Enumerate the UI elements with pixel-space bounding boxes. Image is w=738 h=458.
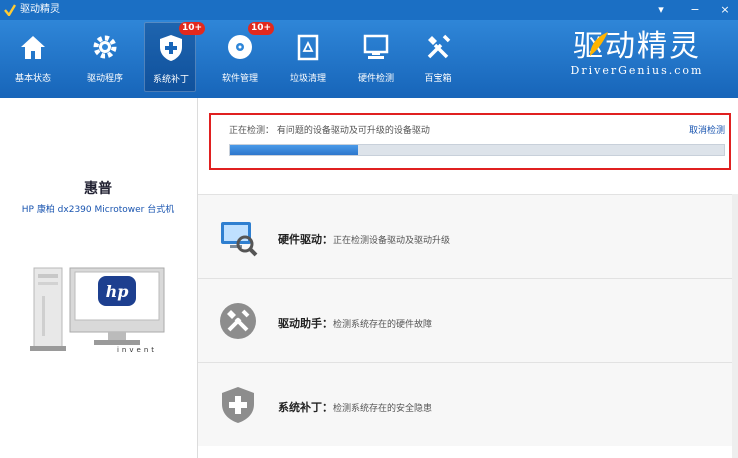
check-item-hardware-driver-text: 硬件驱动：正在检测设备驱动及驱动升级 xyxy=(278,231,450,247)
check-desc-hardware-driver: 正在检测设备驱动及驱动升级 xyxy=(333,236,451,246)
hardware-search-icon xyxy=(221,222,258,257)
scan-status-area: 正在检测： 有问题的设备驱动及可升级的设备驱动 取消检测 xyxy=(198,98,738,194)
tab-basic-status-label: 基本状态 xyxy=(14,74,51,84)
app-logo-icon xyxy=(4,4,16,16)
check-title-driver-assistant: 驱动助手： xyxy=(278,317,333,330)
tab-junk-cleanup[interactable]: 垃圾清理 xyxy=(282,22,334,92)
tab-junk-cleanup-label: 垃圾清理 xyxy=(289,74,326,84)
device-panel: 惠普 HP 康柏 dx2390 Microtower 台式机 hp invent xyxy=(0,98,196,458)
title-bar: 驱动精灵 ▾ − × xyxy=(0,0,738,20)
scan-progress-fill xyxy=(230,145,359,155)
scan-progress-bar xyxy=(229,144,725,156)
monitor-icon xyxy=(363,34,389,59)
monitor-brand-text xyxy=(70,355,210,367)
check-item-system-patch-text: 系统补丁：检测系统存在的安全隐患 xyxy=(278,399,432,415)
scan-panel: 正在检测： 有问题的设备驱动及可升级的设备驱动 取消检测 硬件驱动：正在检测设备… xyxy=(197,98,738,458)
leaf-logo-icon xyxy=(590,32,608,56)
monitor-brand-label: invent xyxy=(116,346,157,354)
shield-plus-icon xyxy=(222,387,254,423)
disc-icon xyxy=(228,35,252,59)
trash-icon xyxy=(297,34,319,61)
check-desc-driver-assistant: 检测系统存在的硬件故障 xyxy=(333,320,433,330)
check-title-hardware-driver: 硬件驱动： xyxy=(278,233,333,246)
wrench-icon xyxy=(220,303,256,339)
software-count-badge: 10+ xyxy=(248,22,275,35)
menu-dropdown-button[interactable]: ▾ xyxy=(650,0,672,20)
scan-highlight-box: 正在检测： 有问题的设备驱动及可升级的设备驱动 取消检测 xyxy=(209,113,731,170)
close-button[interactable]: × xyxy=(714,0,736,20)
device-model: HP 康柏 dx2390 Microtower 台式机 xyxy=(21,205,175,215)
scan-status-label: 正在检测： 有问题的设备驱动及可升级的设备驱动 xyxy=(229,126,430,136)
tab-drivers[interactable]: 驱动程序 xyxy=(79,22,131,92)
shield-icon xyxy=(160,35,182,61)
tab-toolbox[interactable]: 百宝箱 xyxy=(412,22,464,92)
check-title-system-patch: 系统补丁： xyxy=(278,401,333,414)
check-list-scrollbar[interactable] xyxy=(732,194,738,458)
check-item-hardware-driver[interactable]: 硬件驱动：正在检测设备驱动及驱动升级 xyxy=(198,194,738,278)
tools-icon xyxy=(427,34,451,59)
tab-software-manager-label: 软件管理 xyxy=(221,74,258,84)
main-toolbar: 基本状态 驱动程序 系统补丁 10+ 软件管理 10+ 垃圾清理 硬件检测 百宝… xyxy=(0,20,738,98)
check-desc-system-patch: 检测系统存在的安全隐患 xyxy=(333,404,433,414)
tab-hardware-detect-label: 硬件检测 xyxy=(357,74,394,84)
check-list: 硬件驱动：正在检测设备驱动及驱动升级 驱动助手：检测系统存在的硬件故障 系统补丁… xyxy=(198,194,738,458)
svg-text:hp: hp xyxy=(106,282,129,301)
device-brand: 惠普 xyxy=(84,181,112,197)
window-title: 驱动精灵 xyxy=(20,4,60,15)
tab-hardware-detect[interactable]: 硬件检测 xyxy=(350,22,402,92)
minimize-button[interactable]: − xyxy=(684,0,706,20)
tab-system-patch-label: 系统补丁 xyxy=(152,75,189,85)
check-item-system-patch[interactable]: 系统补丁：检测系统存在的安全隐患 xyxy=(198,362,738,446)
brand-logo: 驱动精灵 DriverGenius.com xyxy=(548,30,726,92)
logo-main-text: 驱动精灵 xyxy=(573,29,701,64)
tab-basic-status[interactable]: 基本状态 xyxy=(7,22,59,92)
driver-genius-window: 驱动精灵 ▾ − × 基本状态 驱动程序 系统补丁 10+ 软件管理 10+ 垃… xyxy=(0,0,738,458)
check-item-driver-assistant[interactable]: 驱动助手：检测系统存在的硬件故障 xyxy=(198,278,738,362)
home-icon xyxy=(21,36,45,59)
gear-icon xyxy=(93,35,117,59)
logo-sub-text: DriverGenius.com xyxy=(570,64,704,77)
cancel-scan-link[interactable]: 取消检测 xyxy=(689,123,725,136)
tab-drivers-label: 驱动程序 xyxy=(86,74,123,84)
desktop-computer-image: hp xyxy=(30,267,165,351)
patch-count-badge: 10+ xyxy=(179,22,206,35)
tab-toolbox-label: 百宝箱 xyxy=(424,74,452,84)
check-item-driver-assistant-text: 驱动助手：检测系统存在的硬件故障 xyxy=(278,315,432,331)
